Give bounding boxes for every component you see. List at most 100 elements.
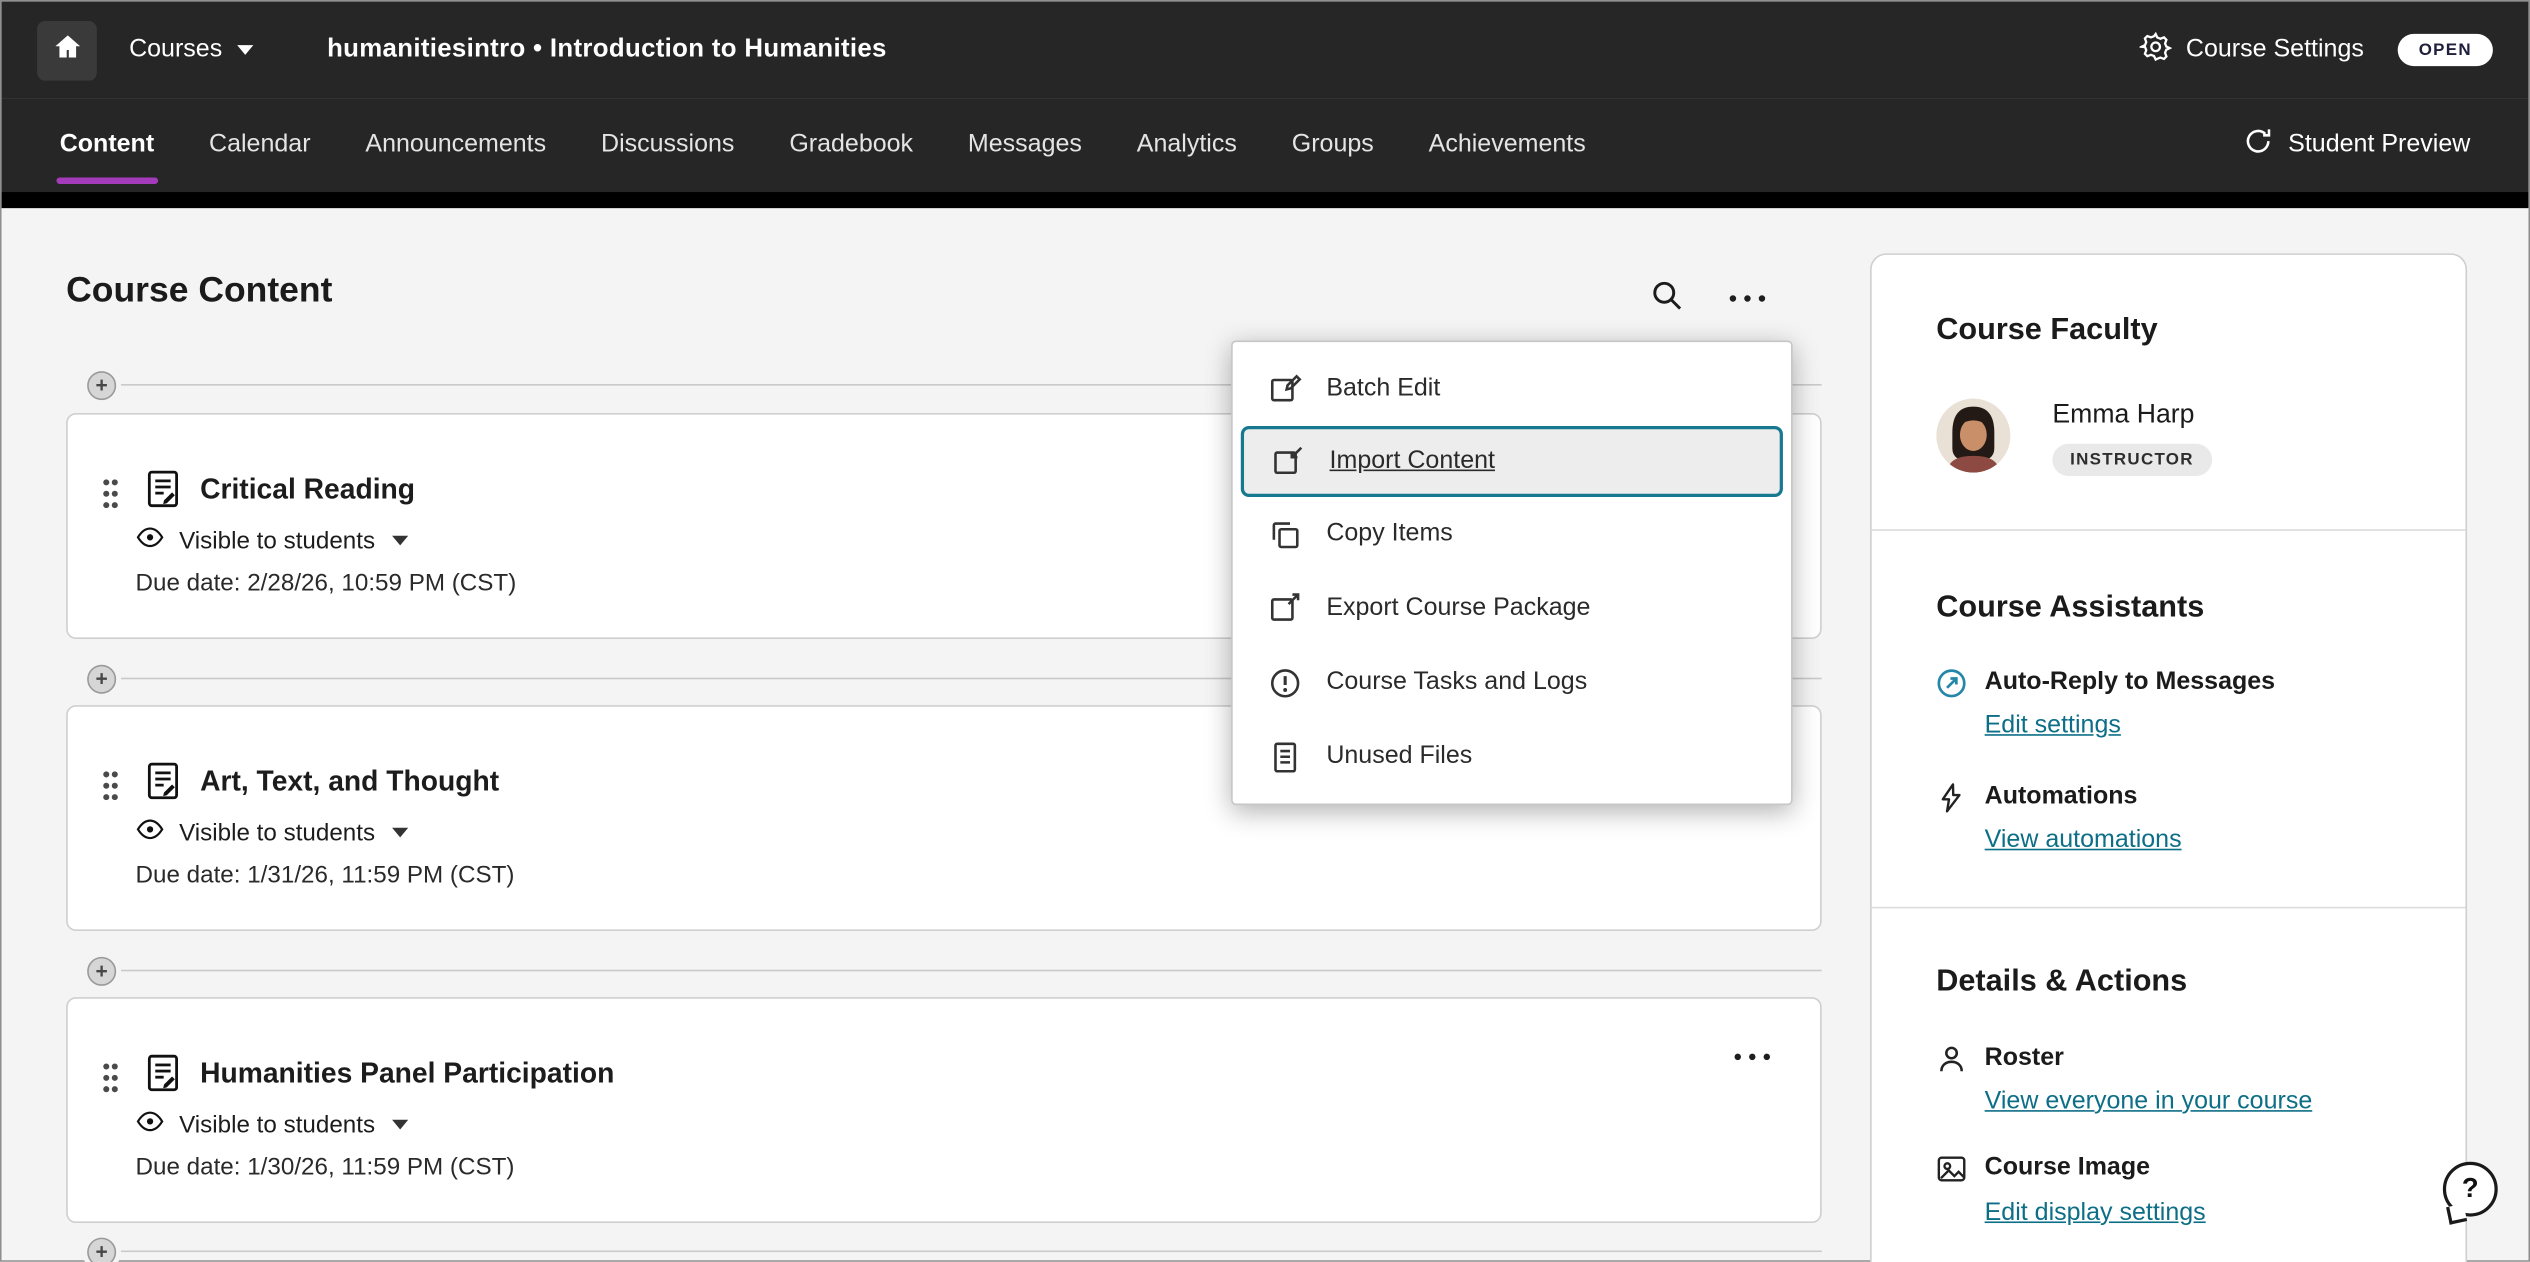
edit-display-settings-link[interactable]: Edit display settings <box>1985 1199 2206 1228</box>
drag-handle-icon[interactable] <box>98 1058 122 1105</box>
tab-announcements[interactable]: Announcements <box>365 98 546 192</box>
menu-item-batch-edit[interactable]: Batch Edit <box>1233 352 1791 426</box>
more-options-button[interactable] <box>1722 273 1774 325</box>
tab-achievements-label: Achievements <box>1429 131 1586 160</box>
tab-groups-label: Groups <box>1292 131 1374 160</box>
tab-analytics[interactable]: Analytics <box>1137 98 1237 192</box>
instructor-role-badge: INSTRUCTOR <box>2052 444 2211 476</box>
roster-icon <box>1935 1042 1969 1084</box>
main-content: Course Content + + + <box>2 208 2529 1260</box>
edit-settings-link[interactable]: Edit settings <box>1985 712 2121 741</box>
menu-item-unused-files[interactable]: Unused Files <box>1233 720 1791 794</box>
chevron-down-icon <box>393 828 409 838</box>
auto-reply-label: Auto-Reply to Messages <box>1985 668 2275 697</box>
top-bar: Courses humanitiesintro • Introduction t… <box>2 2 2529 99</box>
home-button[interactable] <box>37 20 97 80</box>
tab-announcements-label: Announcements <box>365 131 546 160</box>
course-details-sidebar: Course Faculty Emma Harp INSTRUCTOR Cour… <box>1870 253 2467 1262</box>
unused-files-icon <box>1267 740 1302 774</box>
menu-item-label: Course Tasks and Logs <box>1326 668 1587 697</box>
add-content-button[interactable]: + <box>87 957 116 986</box>
visibility-dropdown[interactable]: Visible to students <box>136 523 409 558</box>
batch-edit-icon <box>1267 372 1302 406</box>
view-automations-link[interactable]: View automations <box>1985 826 2182 855</box>
tab-discussions[interactable]: Discussions <box>601 98 734 192</box>
due-date: Due date: 1/30/26, 11:59 PM (CST) <box>136 1154 515 1181</box>
course-image-icon <box>1935 1152 1969 1194</box>
search-button[interactable] <box>1641 273 1693 325</box>
course-open-status-badge[interactable]: OPEN <box>2398 34 2493 66</box>
menu-item-label: Copy Items <box>1326 520 1452 549</box>
visibility-label: Visible to students <box>179 527 375 554</box>
item-title[interactable]: Humanities Panel Participation <box>200 1057 614 1091</box>
student-preview-button[interactable]: Student Preview <box>2243 126 2470 165</box>
tab-calendar[interactable]: Calendar <box>209 98 311 192</box>
assignment-icon <box>142 1052 184 1102</box>
tab-discussions-label: Discussions <box>601 131 734 160</box>
due-date: Due date: 1/31/26, 11:59 PM (CST) <box>136 862 515 889</box>
due-date: Due date: 2/28/26, 10:59 PM (CST) <box>136 570 517 597</box>
tab-groups[interactable]: Groups <box>1292 98 1374 192</box>
tab-gradebook[interactable]: Gradebook <box>789 98 913 192</box>
breadcrumb: humanitiesintro • Introduction to Humani… <box>327 35 887 64</box>
menu-item-label: Batch Edit <box>1326 374 1440 403</box>
eye-icon <box>136 815 165 850</box>
item-title[interactable]: Critical Reading <box>200 473 415 507</box>
tab-calendar-label: Calendar <box>209 131 311 160</box>
add-content-button[interactable]: + <box>87 371 116 400</box>
divider <box>1872 907 2466 909</box>
courses-label: Courses <box>129 35 222 64</box>
menu-item-label: Import Content <box>1330 447 1495 476</box>
roster-label: Roster <box>1985 1044 2064 1073</box>
tasks-logs-icon <box>1267 666 1302 700</box>
instructor-name: Emma Harp <box>2052 400 2194 431</box>
menu-item-export-course-package[interactable]: Export Course Package <box>1233 571 1791 645</box>
banner-strip <box>2 192 2529 208</box>
visibility-label: Visible to students <box>179 819 375 846</box>
page-title: Course Content <box>66 269 332 311</box>
tab-messages-label: Messages <box>968 131 1082 160</box>
course-assistants-heading: Course Assistants <box>1936 591 2204 626</box>
ellipsis-icon <box>1729 295 1765 302</box>
course-settings-button[interactable]: Course Settings <box>2139 30 2364 70</box>
drag-handle-icon[interactable] <box>98 766 122 813</box>
student-preview-label: Student Preview <box>2288 131 2470 160</box>
auto-reply-icon <box>1935 666 1969 708</box>
view-everyone-link[interactable]: View everyone in your course <box>1985 1088 2313 1117</box>
drag-handle-icon[interactable] <box>98 474 122 521</box>
divider <box>1872 529 2466 531</box>
tab-content-label: Content <box>60 131 154 160</box>
menu-item-copy-items[interactable]: Copy Items <box>1233 497 1791 571</box>
add-content-button[interactable]: + <box>87 665 116 694</box>
course-settings-label: Course Settings <box>2186 35 2364 64</box>
search-icon <box>1649 277 1684 321</box>
menu-item-import-content[interactable]: Import Content <box>1241 426 1783 497</box>
visibility-dropdown[interactable]: Visible to students <box>136 1107 409 1142</box>
eye-icon <box>136 523 165 558</box>
tab-gradebook-label: Gradebook <box>789 131 913 160</box>
copy-items-icon <box>1267 517 1302 551</box>
chevron-down-icon <box>393 536 409 546</box>
help-button[interactable]: ? <box>2443 1162 2498 1217</box>
app-window: Courses humanitiesintro • Introduction t… <box>0 0 2530 1262</box>
automations-label: Automations <box>1985 783 2138 812</box>
visibility-dropdown[interactable]: Visible to students <box>136 815 409 850</box>
content-toolbar <box>1641 273 1773 325</box>
add-content-button[interactable]: + <box>87 1238 116 1262</box>
menu-item-course-tasks-and-logs[interactable]: Course Tasks and Logs <box>1233 645 1791 719</box>
item-title[interactable]: Art, Text, and Thought <box>200 765 499 799</box>
details-actions-heading: Details & Actions <box>1936 965 2187 1000</box>
import-content-icon <box>1270 445 1305 479</box>
menu-item-label: Export Course Package <box>1326 594 1590 623</box>
ellipsis-icon <box>1734 1053 1770 1060</box>
tab-messages[interactable]: Messages <box>968 98 1082 192</box>
question-mark-icon: ? <box>2462 1173 2479 1205</box>
eye-icon <box>136 1107 165 1142</box>
automations-icon <box>1935 781 1969 823</box>
export-package-icon <box>1267 591 1302 625</box>
chevron-down-icon <box>237 45 253 55</box>
courses-dropdown[interactable]: Courses <box>129 35 253 64</box>
tab-content[interactable]: Content <box>60 98 154 192</box>
tab-achievements[interactable]: Achievements <box>1429 98 1586 192</box>
card-more-options-button[interactable] <box>1726 1031 1778 1083</box>
